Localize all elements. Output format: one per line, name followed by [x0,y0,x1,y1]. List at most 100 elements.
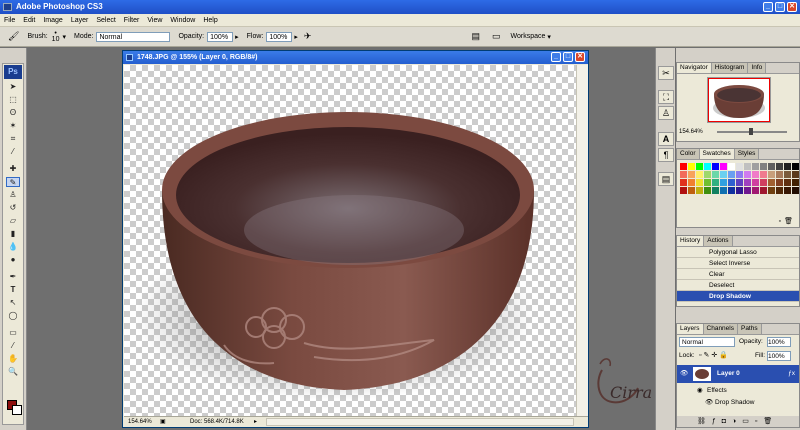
delete-swatch-icon[interactable]: 🗑 [784,217,793,225]
flow-field[interactable]: 100% [266,31,293,42]
flow-slider-icon[interactable]: ▸ [294,33,298,41]
notes-tool-icon[interactable]: ▭ [6,328,20,338]
color-swatch[interactable] [688,187,695,194]
tab-swatches[interactable]: Swatches [699,149,735,159]
color-swatch[interactable] [744,187,751,194]
color-swatch[interactable] [776,171,783,178]
eyedropper-tool-icon[interactable]: ⁄ [6,341,20,351]
menu-window[interactable]: Window [170,17,195,24]
color-swatch[interactable] [784,171,791,178]
menu-image[interactable]: Image [43,17,62,24]
hand-tool-icon[interactable]: ✋ [6,354,20,364]
visibility-eye-icon[interactable]: 👁 [680,365,688,383]
color-swatch[interactable] [680,171,687,178]
opacity-field[interactable]: 100% [207,31,234,42]
marquee-tool-icon[interactable]: ⬚ [6,95,20,105]
opacity-slider-icon[interactable]: ▸ [235,33,239,41]
color-swatch[interactable] [744,171,751,178]
menu-filter[interactable]: Filter [124,17,140,24]
minimize-button[interactable]: _ [763,2,773,12]
menu-file[interactable]: File [4,17,15,24]
dodge-tool-icon[interactable]: ● [6,255,20,265]
color-swatch[interactable] [728,187,735,194]
doc-minimize-button[interactable]: _ [551,52,561,62]
close-button[interactable]: ✕ [787,2,797,12]
brush-tool-icon[interactable]: 🖌 [8,31,19,42]
status-menu-icon[interactable]: ▸ [254,417,257,427]
path-selection-tool-icon[interactable]: ↖ [6,298,20,308]
tab-layers[interactable]: Layers [677,324,704,334]
color-swatch[interactable] [792,187,799,194]
menu-select[interactable]: Select [96,17,115,24]
crop-tool-icon[interactable]: ⌗ [6,134,20,144]
color-swatch[interactable] [760,163,767,170]
color-swatch[interactable] [792,163,799,170]
file-browser-icon[interactable]: ▤ [471,31,480,42]
add-style-icon[interactable]: ƒ [712,418,722,425]
brush-picker[interactable]: • 10 [52,30,60,43]
new-group-icon[interactable]: ▭ [742,418,755,425]
menu-view[interactable]: View [147,17,162,24]
character-icon[interactable]: A [658,132,674,146]
color-swatch[interactable] [712,163,719,170]
color-swatch[interactable] [680,179,687,186]
color-swatch[interactable] [720,171,727,178]
lasso-tool-icon[interactable]: ʘ [6,108,20,118]
color-swatch[interactable] [752,171,759,178]
color-swatch[interactable] [728,171,735,178]
color-swatch[interactable] [752,187,759,194]
brushes-icon[interactable]: ⛶ [658,90,674,104]
color-swatch[interactable] [768,171,775,178]
menu-edit[interactable]: Edit [23,17,35,24]
color-swatch[interactable] [688,179,695,186]
brush-dropdown-icon[interactable]: ▾ [62,33,66,41]
color-swatch[interactable] [776,187,783,194]
add-mask-icon[interactable]: ◘ [722,418,732,425]
maximize-button[interactable]: □ [775,2,785,12]
navigator-slider-thumb[interactable] [749,128,753,135]
color-swatch[interactable] [776,163,783,170]
history-brush-tool-icon[interactable]: ↺ [6,203,20,213]
doc-close-button[interactable]: ✕ [575,52,585,62]
color-swatch[interactable] [720,179,727,186]
paragraph-icon[interactable]: ¶ [658,148,674,162]
navigator-view-box[interactable] [708,78,770,122]
gradient-tool-icon[interactable]: ▮ [6,229,20,239]
color-swatch[interactable] [696,171,703,178]
color-swatch[interactable] [688,171,695,178]
color-swatch[interactable] [696,163,703,170]
history-item-selected[interactable]: Drop Shadow [677,291,799,302]
fill-field[interactable]: 100% [767,351,791,361]
color-swatch[interactable] [680,187,687,194]
color-swatch[interactable] [728,163,735,170]
color-swatch[interactable] [704,163,711,170]
color-swatch[interactable] [736,163,743,170]
tool-presets-icon[interactable]: ✂ [658,66,674,80]
color-swatch[interactable] [784,187,791,194]
tab-color[interactable]: Color [677,149,700,159]
type-tool-icon[interactable]: T [6,285,20,295]
background-color-swatch[interactable] [12,405,22,415]
layer-row-layer0[interactable]: 👁 Layer 0 ƒx [677,365,799,383]
slice-tool-icon[interactable]: ⁄ [6,147,20,157]
image-canvas[interactable] [124,65,576,417]
tab-info[interactable]: Info [748,63,767,73]
color-swatch[interactable] [736,171,743,178]
color-swatch[interactable] [760,171,767,178]
color-swatch[interactable] [704,179,711,186]
palette-well-icon[interactable]: ▭ [492,31,501,42]
pen-tool-icon[interactable]: ✒ [6,272,20,282]
history-item[interactable]: Polygonal Lasso [677,247,799,258]
eraser-tool-icon[interactable]: ▱ [6,216,20,226]
workspace-menu[interactable]: Workspace [510,33,545,40]
color-swatch[interactable] [712,179,719,186]
color-swatch[interactable] [784,179,791,186]
menu-help[interactable]: Help [203,17,217,24]
color-swatch[interactable] [792,171,799,178]
healing-brush-tool-icon[interactable]: ✚ [6,164,20,174]
color-swatch[interactable] [768,179,775,186]
history-item[interactable]: Deselect [677,280,799,291]
history-item[interactable]: Select Inverse [677,258,799,269]
color-swatch[interactable] [760,187,767,194]
workspace-dropdown-icon[interactable]: ▾ [547,33,551,41]
